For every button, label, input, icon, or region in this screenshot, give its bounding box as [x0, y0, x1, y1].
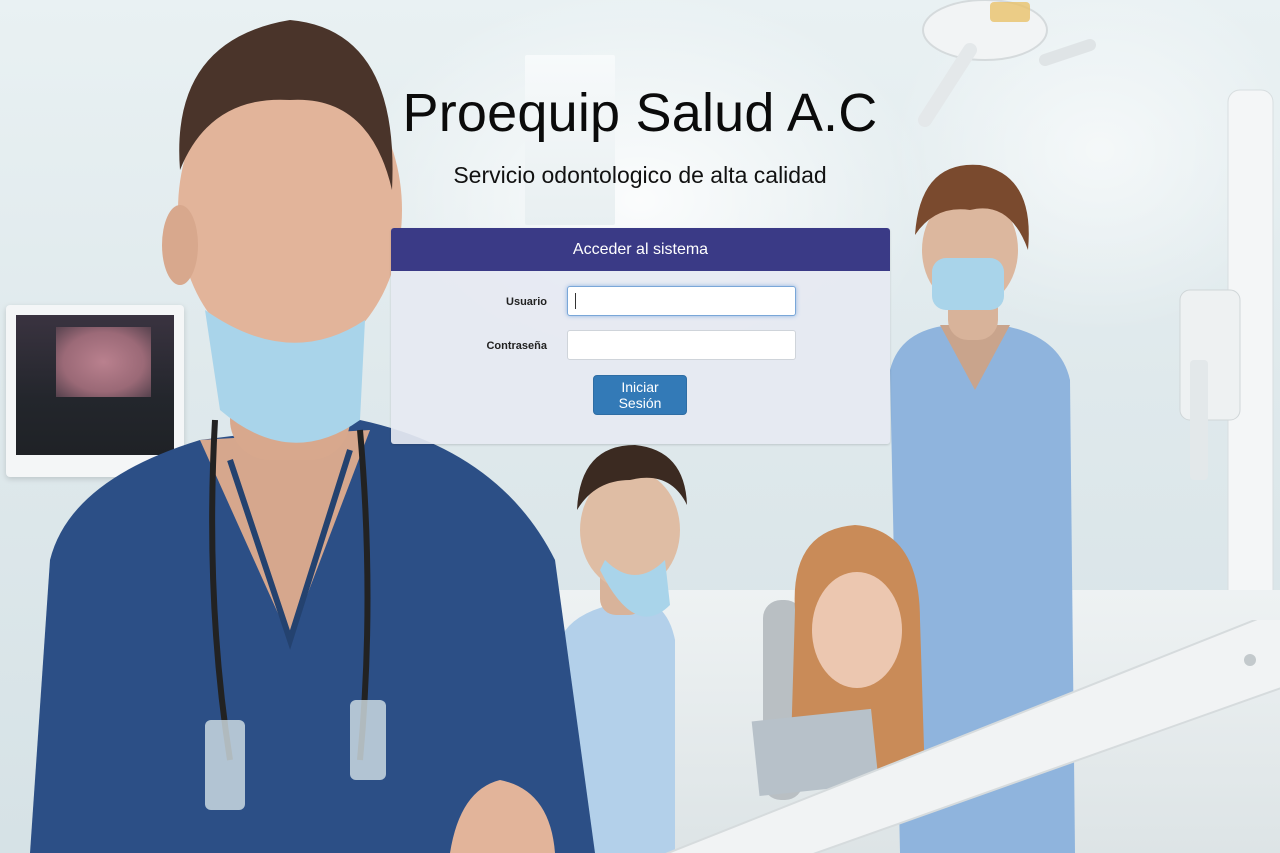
login-page: Proequip Salud A.C Servicio odontologico…	[0, 0, 1280, 853]
password-input[interactable]	[567, 330, 796, 360]
login-panel-header: Acceder al sistema	[391, 228, 890, 271]
login-panel: Acceder al sistema Usuario Contraseña In…	[391, 228, 890, 444]
username-row: Usuario	[391, 286, 890, 318]
page-subtitle: Servicio odontologico de alta calidad	[453, 162, 827, 188]
username-label: Usuario	[506, 296, 547, 308]
text-caret	[575, 293, 576, 309]
login-button[interactable]: Iniciar Sesión	[593, 375, 687, 415]
username-input[interactable]	[567, 286, 796, 316]
login-panel-title: Acceder al sistema	[572, 240, 709, 258]
password-row: Contraseña	[391, 330, 890, 362]
password-label: Contraseña	[486, 340, 547, 352]
dental-chair-image	[665, 620, 1280, 853]
page-title: Proequip Salud A.C	[402, 83, 878, 143]
